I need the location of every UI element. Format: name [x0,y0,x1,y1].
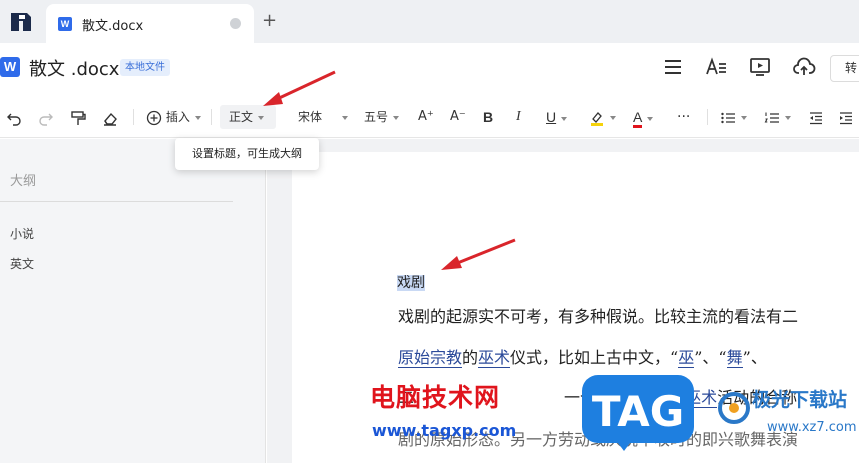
highlight-button[interactable] [589,107,616,127]
outline-title: 大纲 [10,174,37,189]
cloud-upload-icon[interactable] [792,55,816,79]
redo-icon[interactable] [38,107,54,127]
tab-bar: W 散文.docx + [0,0,859,43]
tab-title: 散文.docx [82,19,144,34]
increase-indent-icon[interactable] [838,107,854,127]
more-button[interactable]: ··· [677,107,690,127]
grow-font-button[interactable]: A⁺ [418,107,434,127]
font-family-select[interactable]: 宋体 [298,107,349,127]
font-color-label: A [633,109,643,128]
font-size-select[interactable]: 五号 [364,107,400,127]
svg-text:TAG: TAG [592,387,684,436]
font-family-value: 宋体 [298,110,323,124]
menu-icon[interactable] [661,55,685,79]
text-format-icon[interactable] [704,55,728,79]
outline-item-english[interactable]: 英文 [10,255,34,272]
location-badge: 本地文件 [120,59,170,76]
tag-logo-icon: TAG [582,375,694,451]
format-painter-icon[interactable] [70,107,86,127]
outline-panel: 大纲 小说 英文 [0,139,266,463]
new-tab-button[interactable]: + [262,11,277,31]
document-header: W 散文 .docx 本地文件 转 [0,43,859,95]
selected-heading-text: 戏剧 [397,275,425,291]
doc-paragraph-line-1[interactable]: 戏剧的起源实不可考，有多种假说。比较主流的看法有二 [398,303,798,327]
document-tab[interactable]: W 散文.docx [46,4,254,43]
formatting-toolbar: 插入 正文 宋体 五号 A⁺ A⁻ B I U A ··· [0,96,859,138]
watermark-logo-name: 极光下载站 [752,389,848,411]
present-icon[interactable] [748,55,772,79]
file-name[interactable]: 散文 .docx [29,55,119,81]
shrink-font-button[interactable]: A⁻ [450,107,466,127]
doc-text: ”、“ [694,348,727,367]
underline-button[interactable]: U [546,107,568,127]
doc-link[interactable]: 巫术 [478,348,511,368]
doc-heading[interactable]: 戏剧 [397,272,425,292]
outline-divider [0,201,233,202]
doc-link[interactable]: 巫 [678,348,695,368]
watermark-site-url: www.tagxp.com [372,421,517,440]
doc-text: ”、 [742,348,767,367]
doc-link[interactable]: 原始宗教 [398,348,463,368]
paragraph-style-value: 正文 [229,110,254,124]
eraser-icon[interactable] [102,107,118,127]
word-doc-icon: W [58,17,72,31]
paragraph-style-select[interactable]: 正文 [220,105,276,129]
watermark-site-name: 电脑技术网 [370,383,501,412]
underline-label: U [546,109,557,125]
doc-text: 的 [462,348,479,367]
word-file-icon: W [0,57,20,77]
app-logo-icon[interactable] [9,11,33,33]
doc-link[interactable]: 舞 [726,348,743,368]
tab-close-dot-icon[interactable] [230,18,241,29]
insert-label: 插入 [165,110,190,124]
font-color-button[interactable]: A [633,107,654,128]
numbered-list-icon[interactable] [764,107,791,127]
outline-item-novel[interactable]: 小说 [10,225,34,242]
bold-button[interactable]: B [483,107,493,127]
undo-icon[interactable] [6,107,22,127]
bullet-list-icon[interactable] [720,107,747,127]
italic-button[interactable]: I [516,107,521,127]
doc-paragraph-line-2[interactable]: 原始宗教的巫术仪式，比如上古中文，“巫”、“舞”、 [398,344,767,368]
doc-text: 仪式，比如上古中文，“ [510,348,679,367]
style-tooltip: 设置标题，可生成大纲 [175,138,319,170]
watermark-logo-url: www.xz7.com [767,420,857,435]
convert-button[interactable]: 转 [830,55,859,82]
insert-button[interactable]: 插入 [146,107,201,127]
decrease-indent-icon[interactable] [808,107,824,127]
font-size-value: 五号 [364,110,389,124]
